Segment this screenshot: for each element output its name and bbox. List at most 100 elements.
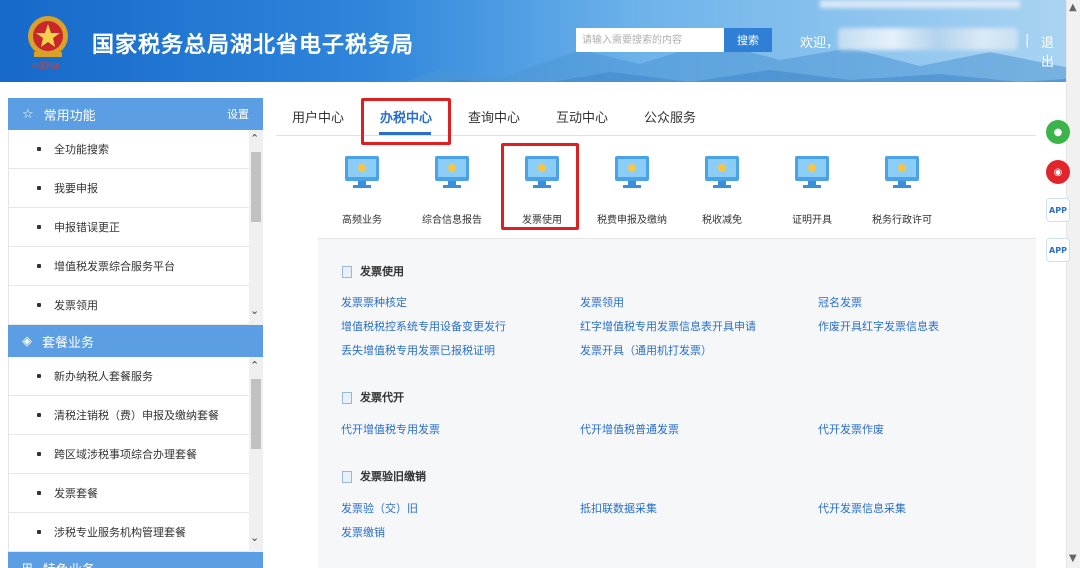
bullet-icon [37, 147, 41, 151]
wechat-icon[interactable]: ● [1046, 120, 1070, 144]
section-title: 发票使用 [342, 263, 404, 279]
bullet-icon [37, 374, 41, 378]
sidebar-item-label: 增值税发票综合服务平台 [54, 260, 175, 273]
func-label: 综合信息报告 [422, 215, 482, 226]
link-invoice-cancel[interactable]: 发票缴销 [341, 524, 385, 540]
scroll-up-icon[interactable]: ▲ [1069, 2, 1077, 13]
search-input[interactable] [576, 28, 724, 52]
sidebar-group-common[interactable]: ☆ 常用功能 设置 [8, 98, 263, 130]
chevron-up-icon[interactable]: ⌃ [250, 132, 259, 145]
document-icon [342, 266, 352, 278]
func-label: 发票使用 [522, 215, 562, 226]
monitor-icon [885, 156, 919, 188]
link-invoice-receive[interactable]: 发票领用 [580, 294, 624, 310]
section-title-text: 发票代开 [360, 391, 404, 404]
scroll-down-icon[interactable]: ▼ [1069, 553, 1077, 564]
chevron-down-icon[interactable]: ⌄ [250, 531, 259, 544]
sidebar: ☆ 常用功能 设置 全功能搜索 我要申报 申报错误更正 增值税发票综合服务平台 … [8, 98, 263, 568]
link-invoice-check[interactable]: 发票验（交）旧 [341, 500, 418, 516]
search-button[interactable]: 搜索 [724, 28, 772, 52]
link-named-invoice[interactable]: 冠名发票 [818, 294, 862, 310]
sidebar-item[interactable]: 跨区域涉税事项综合办理套餐 [9, 435, 250, 474]
sidebar-item[interactable]: 发票套餐 [9, 474, 250, 513]
sidebar-group-title: 常用功能 [43, 108, 96, 124]
func-invoice-use[interactable]: 发票使用 [502, 155, 582, 226]
link-invoice-issue[interactable]: 发票开具（通用机打发票） [580, 342, 712, 358]
sidebar-item-label: 清税注销税（费）申报及缴纳套餐 [54, 409, 219, 422]
sidebar-item[interactable]: 涉税专业服务机构管理套餐 [9, 513, 250, 552]
weibo-icon[interactable]: ◉ [1046, 160, 1070, 184]
document-icon [342, 392, 352, 404]
func-tax-declaration[interactable]: 税费申报及缴纳 [592, 155, 672, 226]
func-comprehensive-report[interactable]: 综合信息报告 [412, 155, 492, 226]
func-label: 证明开具 [792, 215, 832, 226]
redacted-username [838, 28, 1018, 50]
chevron-down-icon[interactable]: ⌄ [250, 304, 259, 317]
tab-public-service[interactable]: 公众服务 [644, 107, 696, 126]
detail-panel: 发票使用 发票票种核定 发票领用 冠名发票 增值税税控系统专用设备变更发行 红字… [318, 238, 1036, 568]
section-title-text: 发票验旧缴销 [360, 470, 426, 483]
sidebar-item[interactable]: 我要申报 [9, 169, 250, 208]
func-tax-reduction[interactable]: 税收减免 [682, 155, 762, 226]
bullet-icon [37, 225, 41, 229]
sidebar-group-title: 特色业务 [43, 559, 95, 568]
sidebar-item-label: 申报错误更正 [54, 221, 120, 234]
sidebar-item[interactable]: 全功能搜索 [9, 130, 250, 169]
sidebar-item[interactable]: 清税注销税（费）申报及缴纳套餐 [9, 396, 250, 435]
bullet-icon [37, 303, 41, 307]
sidebar-group-package[interactable]: ◈ 套餐业务 [8, 325, 263, 357]
tax-emblem-logo: 中国税务 [28, 16, 68, 70]
document-icon [342, 471, 352, 483]
link-proxy-invoice-void[interactable]: 代开发票作废 [818, 421, 884, 437]
sidebar-item-label: 发票套餐 [54, 487, 98, 500]
func-certificate[interactable]: 证明开具 [772, 155, 852, 226]
monitor-icon [795, 156, 829, 188]
tab-interaction-center[interactable]: 互动中心 [556, 107, 608, 126]
sidebar-item[interactable]: 发票领用 [9, 286, 250, 325]
logout-link[interactable]: 退出 [1041, 32, 1066, 70]
link-proxy-special-invoice[interactable]: 代开增值税专用发票 [341, 421, 440, 437]
scrollbar-thumb[interactable] [251, 379, 261, 449]
func-high-frequency[interactable]: 高频业务 [322, 155, 402, 226]
sidebar-item[interactable]: 增值税发票综合服务平台 [9, 247, 250, 286]
scrollbar-thumb[interactable] [251, 152, 261, 222]
link-invoice-type-approval[interactable]: 发票票种核定 [341, 294, 407, 310]
link-void-red-invoice[interactable]: 作废开具红字发票信息表 [818, 318, 939, 334]
page-scrollbar[interactable]: ▲ ▼ [1066, 0, 1080, 568]
bullet-icon [37, 186, 41, 190]
link-device-change[interactable]: 增值税税控系统专用设备变更发行 [341, 318, 506, 334]
redacted-area [820, 0, 1020, 8]
sidebar-item[interactable]: 新办纳税人套餐服务 [9, 357, 250, 396]
sidebar-item-label: 涉税专业服务机构管理套餐 [54, 526, 186, 539]
sidebar-list-package: 新办纳税人套餐服务 清税注销税（费）申报及缴纳套餐 跨区域涉税事项综合办理套餐 … [8, 357, 263, 552]
welcome-text: 欢迎， [800, 36, 840, 51]
sidebar-scrollbar[interactable]: ⌃ ⌄ [249, 357, 263, 552]
link-proxy-info-collect[interactable]: 代开发票信息采集 [818, 500, 906, 516]
app-icon[interactable]: APP [1046, 198, 1070, 222]
sidebar-item[interactable]: 申报错误更正 [9, 208, 250, 247]
func-label: 高频业务 [342, 215, 382, 226]
monitor-icon [705, 156, 739, 188]
section-title: 发票代开 [342, 389, 404, 405]
link-red-invoice-apply[interactable]: 红字增值税专用发票信息表开具申请 [580, 318, 756, 334]
sidebar-item-label: 跨区域涉税事项综合办理套餐 [54, 448, 197, 461]
header-separator: | [1025, 33, 1030, 48]
sidebar-scrollbar[interactable]: ⌃ ⌄ [249, 130, 263, 325]
app-icon[interactable]: APP [1046, 238, 1070, 262]
sidebar-item-label: 我要申报 [54, 182, 98, 195]
settings-link[interactable]: 设置 [227, 106, 249, 122]
func-label: 税务行政许可 [872, 215, 932, 226]
link-lost-invoice-proof[interactable]: 丢失增值税专用发票已报税证明 [341, 342, 495, 358]
func-admin-permit[interactable]: 税务行政许可 [862, 155, 942, 226]
func-label: 税费申报及缴纳 [597, 215, 667, 226]
chevron-up-icon[interactable]: ⌃ [250, 359, 259, 372]
link-deduction-data[interactable]: 抵扣联数据采集 [580, 500, 657, 516]
tab-user-center[interactable]: 用户中心 [292, 107, 344, 126]
site-title: 国家税务总局湖北省电子税务局 [92, 33, 415, 58]
svg-text:中国税务: 中国税务 [32, 61, 60, 70]
tab-query-center[interactable]: 查询中心 [468, 107, 520, 126]
link-proxy-general-invoice[interactable]: 代开增值税普通发票 [580, 421, 679, 437]
monitor-icon [435, 156, 469, 188]
sidebar-group-special[interactable]: ⊞ 特色业务 [8, 552, 263, 568]
monitor-icon [345, 156, 379, 188]
